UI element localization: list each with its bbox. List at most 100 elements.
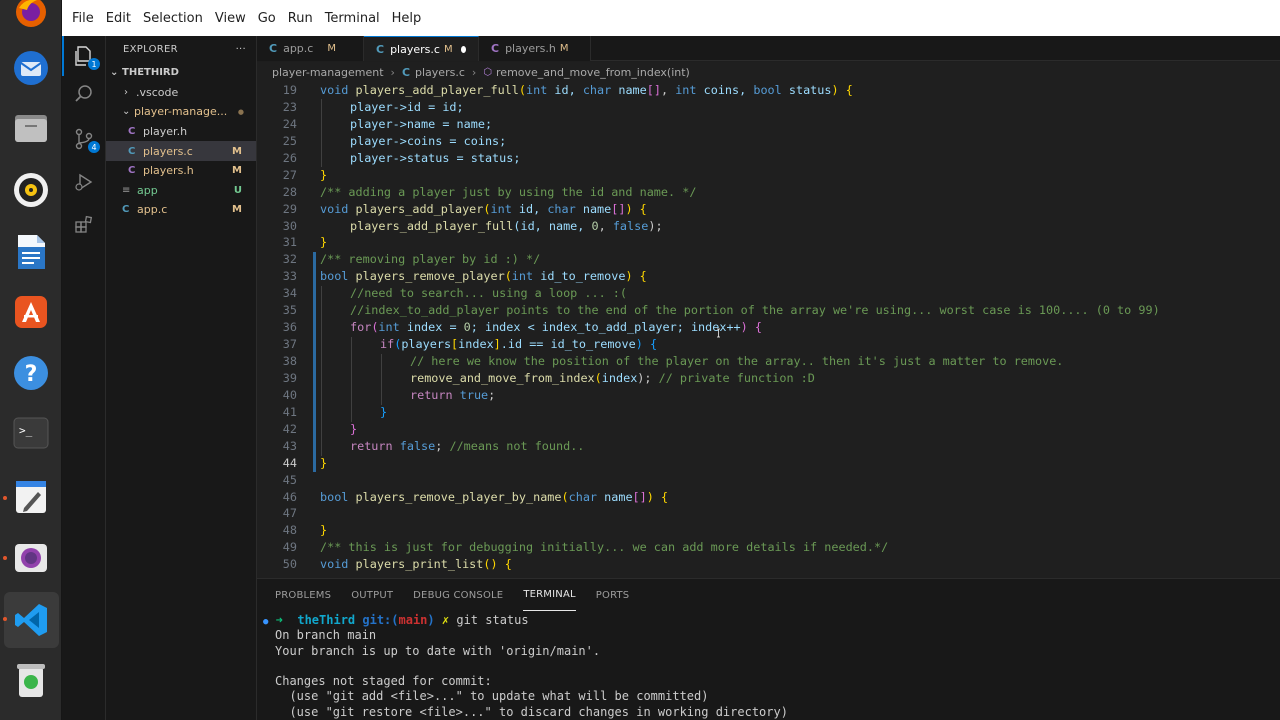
tab-label: app.c — [283, 42, 314, 55]
code-line: 31} — [282, 235, 328, 250]
tab-label: players.h — [505, 42, 556, 55]
firefox-icon[interactable] — [11, 0, 51, 32]
unsaved-dot-icon[interactable] — [460, 45, 466, 53]
bottom-panel: PROBLEMS OUTPUT DEBUG CONSOLE TERMINAL P… — [257, 578, 1280, 720]
code-line: 29 void players_add_player(int id, char n… — [282, 201, 647, 216]
code-line: 41} — [282, 404, 388, 419]
menu-help[interactable]: Help — [386, 11, 428, 26]
tree-item-label: app — [137, 183, 158, 197]
terminal-output-line: Changes not staged for commit: — [275, 674, 492, 689]
search-icon[interactable] — [62, 74, 106, 114]
tree-item-players-c[interactable]: C players.c M — [106, 141, 256, 161]
tab-terminal[interactable]: TERMINAL — [523, 579, 576, 611]
app-center-icon[interactable] — [11, 292, 51, 332]
tab-ports[interactable]: PORTS — [596, 579, 630, 611]
explorer-header: EXPLORER ··· — [106, 38, 256, 60]
tab-debug-console[interactable]: DEBUG CONSOLE — [413, 579, 503, 611]
explorer-more-button[interactable]: ··· — [236, 44, 246, 55]
chevron-right-icon: › — [390, 65, 395, 79]
rhythmbox-icon[interactable] — [11, 170, 51, 210]
code-editor[interactable]: 19 void players_add_player_full(int id, c… — [257, 82, 1280, 578]
breadcrumb-file[interactable]: players.c — [415, 66, 465, 79]
run-debug-icon[interactable] — [62, 162, 106, 202]
menu-view[interactable]: View — [209, 11, 252, 26]
code-line: 26 player->status = status; — [282, 150, 521, 165]
tree-item-player-management[interactable]: ⌄ player-manage... ● — [106, 102, 256, 122]
code-line: 42} — [282, 421, 358, 436]
menu-go[interactable]: Go — [252, 11, 282, 26]
extensions-icon[interactable] — [62, 204, 106, 244]
chevron-right-icon: › — [124, 86, 128, 98]
breadcrumb-symbol[interactable]: remove_and_move_from_index(int) — [496, 66, 690, 79]
libreoffice-writer-icon[interactable] — [11, 232, 51, 272]
terminal-prompt-line: ● ➜ theThird git:(main) ✗ git status — [263, 613, 529, 627]
code-line: 36 for(int index = 0; index < index_to_ad… — [282, 320, 762, 335]
explorer-icon[interactable]: 1 — [62, 36, 106, 76]
code-line: 50 void players_print_list() { — [282, 557, 512, 572]
screenshot-icon[interactable] — [11, 538, 51, 578]
code-line: 19 void players_add_player_full(int id, c… — [282, 83, 853, 97]
code-line: 39 remove_and_move_from_index(index); // … — [282, 370, 815, 385]
tree-item-app[interactable]: ≡ app U — [106, 181, 256, 201]
modified-dot: ● — [237, 107, 244, 116]
terminal[interactable]: ● ➜ theThird git:(main) ✗ git status On … — [257, 611, 1280, 720]
terminal-output-line: Your branch is up to date with 'origin/m… — [275, 643, 601, 658]
files-icon[interactable] — [11, 108, 51, 148]
ubuntu-dock: ? >_ — [0, 0, 62, 720]
breadcrumb-folder[interactable]: player-management — [272, 66, 384, 79]
code-line: 27} — [282, 167, 328, 182]
panel-tabs: PROBLEMS OUTPUT DEBUG CONSOLE TERMINAL P… — [257, 579, 1280, 611]
code-line: 44} — [282, 455, 328, 470]
code-line: 37 if(players[index].id == id_to_remove) … — [282, 337, 658, 352]
binary-file-icon: ≡ — [122, 184, 131, 196]
tab-output[interactable]: OUTPUT — [351, 579, 393, 611]
code-line: 32/** removing player by id :) */ — [282, 252, 541, 267]
code-line: 34//need to search... using a loop ... :… — [282, 286, 627, 301]
tab-problems[interactable]: PROBLEMS — [275, 579, 331, 611]
tab-app-c[interactable]: C app.c M — [257, 36, 364, 61]
trash-icon[interactable] — [11, 660, 51, 700]
chevron-down-icon: ⌄ — [122, 106, 131, 118]
tab-players-h[interactable]: C players.h M — [479, 36, 591, 61]
vscode-icon[interactable] — [11, 600, 51, 640]
breadcrumb: player-management › C players.c › ⬡ remo… — [257, 62, 1280, 82]
code-line: 48} — [282, 523, 328, 538]
workspace-root[interactable]: ⌄ THETHIRD — [106, 63, 256, 83]
tree-item-label: player-manage... — [134, 105, 228, 119]
tab-players-c[interactable]: C players.c M — [364, 36, 479, 61]
text-editor-icon[interactable] — [11, 477, 51, 517]
tree-item-label: players.c — [143, 144, 193, 158]
tree-item-vscode[interactable]: › .vscode — [106, 83, 256, 103]
chevron-down-icon: ⌄ — [110, 67, 119, 79]
tree-item-app-c[interactable]: C app.c M — [106, 200, 256, 220]
running-indicator — [3, 496, 7, 500]
code-line: 30 players_add_player_full(id, name, 0, f… — [282, 218, 663, 233]
code-line: 47 — [282, 506, 297, 521]
explorer-title: EXPLORER — [123, 43, 178, 55]
text-cursor-icon — [717, 328, 720, 338]
c-file-icon: C — [376, 42, 385, 56]
workspace-root-label: THETHIRD — [122, 67, 179, 79]
menu-file[interactable]: File — [66, 11, 100, 26]
editor-tabs: C app.c M C players.c M C players.h M — [257, 36, 1280, 61]
modified-indicator: M — [327, 43, 336, 54]
terminal-icon[interactable]: >_ — [11, 413, 51, 453]
help-icon[interactable]: ? — [11, 353, 51, 393]
menu-edit[interactable]: Edit — [100, 11, 137, 26]
code-line: 23 player->id = id; — [282, 99, 464, 114]
method-icon: ⬡ — [483, 66, 493, 78]
tree-item-player-h[interactable]: C player.h — [106, 122, 256, 142]
menu-run[interactable]: Run — [282, 11, 319, 26]
code-line: 46 bool players_remove_player_by_name(cha… — [282, 489, 669, 504]
source-control-icon[interactable]: 4 — [62, 119, 106, 159]
menu-selection[interactable]: Selection — [137, 11, 209, 26]
tree-item-players-h[interactable]: C players.h M — [106, 161, 256, 181]
svg-text:?: ? — [25, 362, 38, 387]
terminal-output-line: On branch main — [275, 628, 377, 643]
menu-bar: File Edit Selection View Go Run Terminal… — [62, 0, 1280, 36]
thunderbird-icon[interactable] — [11, 48, 51, 88]
menu-terminal[interactable]: Terminal — [319, 11, 386, 26]
status-badge: M — [232, 165, 242, 177]
status-badge: M — [232, 145, 242, 157]
